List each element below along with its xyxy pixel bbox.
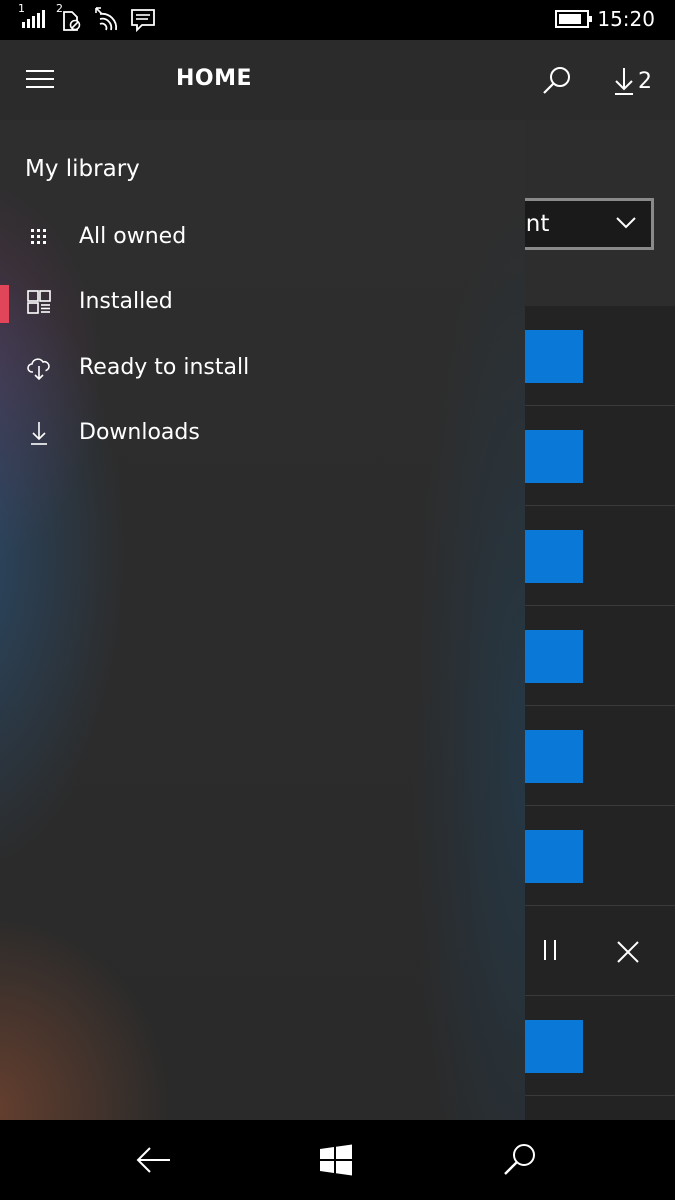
- nav-item-label: Installed: [79, 289, 173, 314]
- downloads-count: 2: [638, 68, 652, 94]
- nav-item-label: Ready to install: [79, 355, 250, 380]
- nav-item-label: All owned: [79, 224, 187, 249]
- selected-indicator: [0, 285, 9, 323]
- nav-item-installed[interactable]: Installed: [0, 277, 525, 329]
- search-icon[interactable]: [500, 1140, 540, 1180]
- nav-item-label: Downloads: [79, 420, 200, 445]
- clock: 15:20: [597, 7, 655, 31]
- installed-apps-icon: [27, 290, 51, 314]
- store-screen: 1 2 15:20 HOME 2 My library All owned In…: [0, 0, 675, 1200]
- app-header: HOME 2: [0, 40, 675, 120]
- hamburger-menu-icon[interactable]: [26, 70, 54, 90]
- nav-item-all-owned[interactable]: All owned: [0, 212, 525, 264]
- nav-item-downloads[interactable]: Downloads: [0, 408, 525, 460]
- data-sim-number: 2: [56, 2, 63, 15]
- chevron-down-icon: [616, 217, 636, 229]
- navigation-pane: My library All owned Installed Ready to …: [0, 120, 525, 1120]
- download-icon: [615, 68, 633, 95]
- status-bar: 1 2 15:20: [0, 0, 675, 40]
- signal-sim-number: 1: [18, 2, 25, 15]
- wifi-icon: [95, 7, 118, 31]
- close-icon[interactable]: [610, 934, 646, 970]
- grid-icon: [31, 229, 46, 244]
- back-arrow-icon[interactable]: [134, 1140, 174, 1180]
- cloud-download-icon: [27, 358, 50, 381]
- nav-item-ready-to-install[interactable]: Ready to install: [0, 343, 525, 395]
- page-title: HOME: [176, 66, 253, 91]
- download-icon: [31, 422, 47, 445]
- search-icon[interactable]: [540, 64, 574, 98]
- windows-start-icon[interactable]: [316, 1140, 356, 1180]
- notification-icon: [131, 9, 155, 33]
- pause-icon[interactable]: [535, 934, 565, 968]
- system-nav-bar: [0, 1120, 675, 1200]
- battery-icon: [555, 10, 592, 28]
- pane-heading: My library: [25, 156, 140, 182]
- downloads-button[interactable]: 2: [612, 64, 652, 98]
